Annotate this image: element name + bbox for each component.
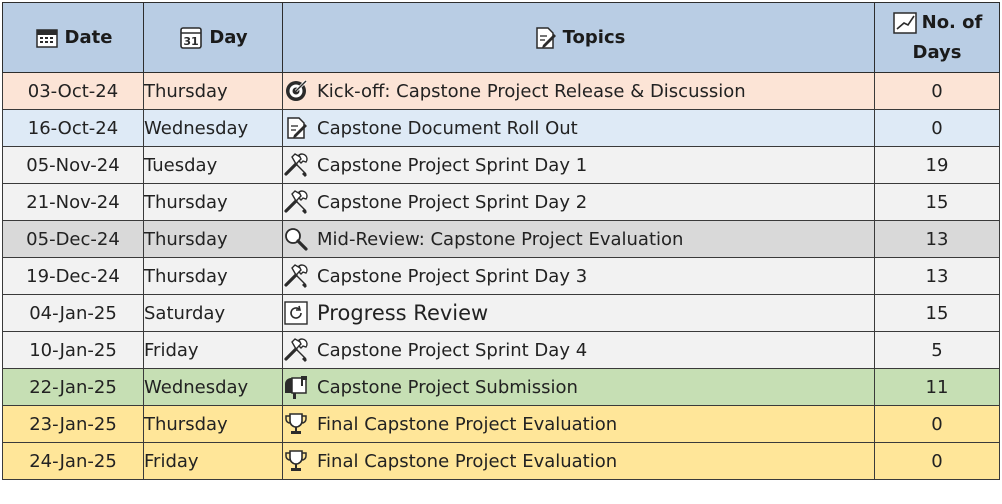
header-day[interactable]: 31 Day	[143, 2, 283, 73]
document-edit-icon	[284, 115, 310, 141]
tools-icon	[284, 152, 310, 178]
days-count-cell[interactable]: 11	[874, 368, 1000, 406]
table-row: 05-Dec-24 Thursday Mid-Review: Capstone Pr…	[2, 220, 1000, 258]
header-topics[interactable]: Topics	[282, 2, 875, 73]
topic-text: Capstone Project Sprint Day 2	[317, 191, 588, 213]
tools-icon	[284, 263, 310, 289]
trophy-icon	[284, 448, 310, 474]
topic-text: Final Capstone Project Evaluation	[317, 413, 618, 435]
day-cell[interactable]: Thursday	[143, 72, 283, 110]
header-topics-label: Topics	[562, 27, 626, 48]
topic-cell[interactable]: Capstone Project Sprint Day 4	[282, 331, 875, 369]
header-days-label-line2: Days	[912, 41, 962, 63]
days-count-cell[interactable]: 15	[874, 183, 1000, 221]
day-cell[interactable]: Wednesday	[143, 368, 283, 406]
schedule-sheet: Date 31 Day Topics No. of Days 03-Oct-24…	[0, 0, 1002, 504]
tools-icon	[284, 189, 310, 215]
tools-icon	[284, 337, 310, 363]
day-cell[interactable]: Thursday	[143, 405, 283, 443]
table-row: 24-Jan-25 Friday Final Capstone Project Ev…	[2, 442, 1000, 480]
date-cell[interactable]: 10-Jan-25	[2, 331, 144, 369]
topic-text: Capstone Project Submission	[317, 376, 578, 398]
chart-line-icon	[892, 10, 918, 36]
date-cell[interactable]: 21-Nov-24	[2, 183, 144, 221]
table-row: 23-Jan-25 Thursday Final Capstone Project …	[2, 405, 1000, 443]
header-date[interactable]: Date	[2, 2, 144, 73]
day-cell[interactable]: Friday	[143, 331, 283, 369]
topic-text: Final Capstone Project Evaluation	[317, 450, 618, 472]
mailbox-icon	[284, 374, 310, 400]
table-row: 04-Jan-25 Saturday Progress Review 15	[2, 294, 1000, 332]
day-cell[interactable]: Wednesday	[143, 109, 283, 147]
header-row: Date 31 Day Topics No. of Days	[2, 2, 1000, 73]
table-row: 21-Nov-24 Thursday Capstone Project Sprint…	[2, 183, 1000, 221]
header-date-label: Date	[64, 27, 113, 48]
calendar-keypad-icon	[34, 25, 60, 51]
date-cell[interactable]: 04-Jan-25	[2, 294, 144, 332]
day-cell[interactable]: Friday	[143, 442, 283, 480]
topic-cell[interactable]: Capstone Project Sprint Day 3	[282, 257, 875, 295]
capstone-schedule-table: Date 31 Day Topics No. of Days 03-Oct-24…	[2, 2, 1000, 480]
date-cell[interactable]: 23-Jan-25	[2, 405, 144, 443]
svg-text:31: 31	[184, 35, 199, 48]
days-count-cell[interactable]: 15	[874, 294, 1000, 332]
date-cell[interactable]: 03-Oct-24	[2, 72, 144, 110]
topic-text: Progress Review	[317, 301, 489, 325]
day-cell[interactable]: Thursday	[143, 257, 283, 295]
topic-text: Capstone Project Sprint Day 4	[317, 339, 588, 361]
day-cell[interactable]: Thursday	[143, 183, 283, 221]
calendar-31-icon: 31	[178, 25, 204, 51]
date-cell[interactable]: 24-Jan-25	[2, 442, 144, 480]
days-count-cell[interactable]: 0	[874, 72, 1000, 110]
trophy-icon	[284, 411, 310, 437]
topic-cell[interactable]: Capstone Project Submission	[282, 368, 875, 406]
table-row: 05-Nov-24 Tuesday Capstone Project Sprint …	[2, 146, 1000, 184]
date-cell[interactable]: 16-Oct-24	[2, 109, 144, 147]
topic-text: Capstone Project Sprint Day 3	[317, 265, 588, 287]
days-count-cell[interactable]: 19	[874, 146, 1000, 184]
days-count-cell[interactable]: 0	[874, 442, 1000, 480]
header-days-label-line1: No. of	[921, 11, 983, 33]
topic-cell[interactable]: Final Capstone Project Evaluation	[282, 405, 875, 443]
day-cell[interactable]: Thursday	[143, 220, 283, 258]
days-count-cell[interactable]: 0	[874, 109, 1000, 147]
topic-text: Mid-Review: Capstone Project Evaluation	[317, 228, 684, 250]
topic-cell[interactable]: Kick-off: Capstone Project Release & Dis…	[282, 72, 875, 110]
magnifier-icon	[284, 226, 310, 252]
topic-cell[interactable]: Capstone Project Sprint Day 2	[282, 183, 875, 221]
header-day-label: Day	[209, 27, 248, 48]
days-count-cell[interactable]: 13	[874, 257, 1000, 295]
days-count-cell[interactable]: 0	[874, 405, 1000, 443]
date-cell[interactable]: 05-Nov-24	[2, 146, 144, 184]
table-row: 10-Jan-25 Friday Capstone Project Sprint D…	[2, 331, 1000, 369]
table-row: 22-Jan-25 Wednesday Capstone Project Submi…	[2, 368, 1000, 406]
refresh-icon	[284, 300, 310, 326]
date-cell[interactable]: 05-Dec-24	[2, 220, 144, 258]
document-edit-icon	[532, 25, 558, 51]
date-cell[interactable]: 19-Dec-24	[2, 257, 144, 295]
topic-text: Kick-off: Capstone Project Release & Dis…	[317, 80, 746, 102]
topic-cell[interactable]: Progress Review	[282, 294, 875, 332]
table-row: 03-Oct-24 Thursday Kick-off: Capstone Proj…	[2, 72, 1000, 110]
topic-cell[interactable]: Final Capstone Project Evaluation	[282, 442, 875, 480]
header-no-of-days[interactable]: No. of Days	[874, 2, 1000, 73]
target-icon	[284, 78, 310, 104]
table-row: 19-Dec-24 Thursday Capstone Project Sprint…	[2, 257, 1000, 295]
days-count-cell[interactable]: 5	[874, 331, 1000, 369]
topic-text: Capstone Project Sprint Day 1	[317, 154, 588, 176]
topic-cell[interactable]: Mid-Review: Capstone Project Evaluation	[282, 220, 875, 258]
day-cell[interactable]: Saturday	[143, 294, 283, 332]
day-cell[interactable]: Tuesday	[143, 146, 283, 184]
topic-text: Capstone Document Roll Out	[317, 117, 578, 139]
topic-cell[interactable]: Capstone Project Sprint Day 1	[282, 146, 875, 184]
date-cell[interactable]: 22-Jan-25	[2, 368, 144, 406]
days-count-cell[interactable]: 13	[874, 220, 1000, 258]
table-row: 16-Oct-24 Wednesday Capstone Document Roll…	[2, 109, 1000, 147]
topic-cell[interactable]: Capstone Document Roll Out	[282, 109, 875, 147]
